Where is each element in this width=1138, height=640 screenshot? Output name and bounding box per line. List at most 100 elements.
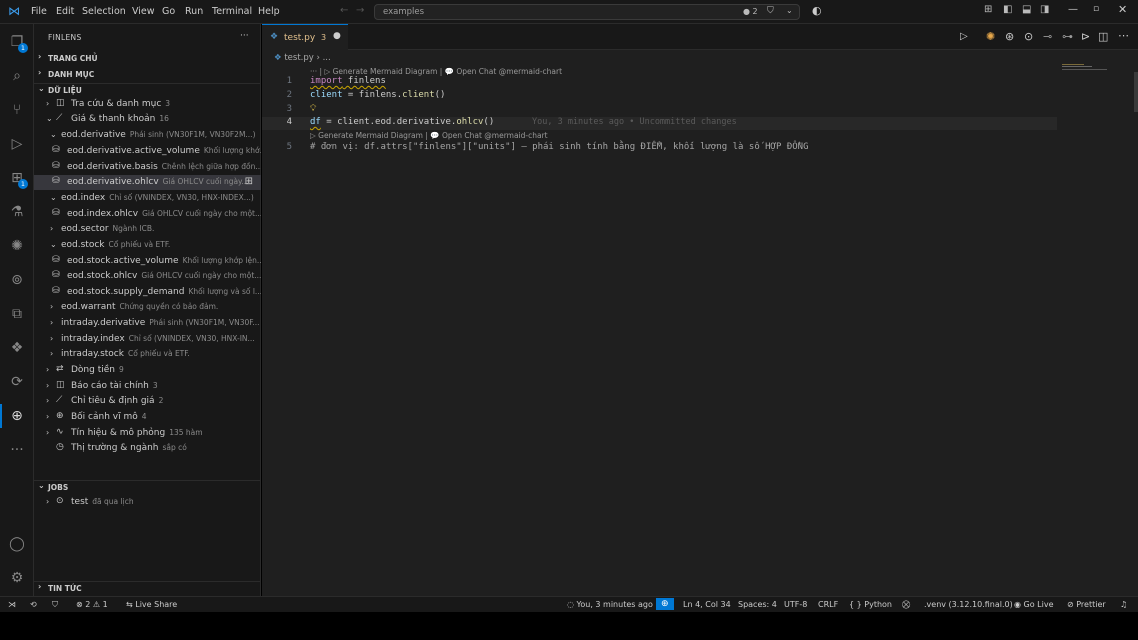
compare-icon[interactable]: ⊙ bbox=[1024, 30, 1033, 43]
split-editor-icon[interactable]: ◫ bbox=[1098, 30, 1108, 43]
tree-item-price-liquidity[interactable]: ⌄ ⟋ Giá & thanh khoản 16 bbox=[34, 112, 261, 127]
section-data[interactable]: ⌄ DỮ LIỆU bbox=[34, 83, 261, 97]
menu-help[interactable]: Help bbox=[258, 6, 280, 17]
database-icon[interactable]: ⧉ bbox=[7, 304, 27, 324]
section-jobs[interactable]: ⌄ JOBS bbox=[34, 480, 261, 494]
section-catalog[interactable]: › DANH MỤC bbox=[34, 68, 261, 82]
openai-icon[interactable]: ⊛ bbox=[1005, 30, 1014, 43]
remote-indicator-icon[interactable]: ⋊ bbox=[8, 600, 16, 609]
minimap[interactable] bbox=[1062, 64, 1112, 72]
account-icon[interactable]: ◯ bbox=[7, 534, 27, 554]
copilot-status-icon[interactable]: ⛉ bbox=[52, 600, 58, 610]
forward-arrow-icon[interactable]: → bbox=[356, 5, 364, 16]
menu-run[interactable]: Run bbox=[185, 6, 203, 17]
tree-item-market-sector[interactable]: ◷ Thị trường & ngành sắp có bbox=[34, 441, 261, 456]
menu-edit[interactable]: Edit bbox=[56, 6, 74, 17]
more-actions-icon[interactable]: ⋯ bbox=[1118, 29, 1129, 42]
live-share-button[interactable]: ⇆ Live Share bbox=[126, 600, 177, 609]
live-share-icon[interactable]: ⟳ bbox=[7, 372, 27, 392]
toggle-sidebar-icon[interactable]: ◧ bbox=[1003, 4, 1012, 15]
indentation[interactable]: Spaces: 4 bbox=[738, 600, 777, 609]
tree-item-intraday-derivative[interactable]: › intraday.derivative Phái sinh (VN30F1M, … bbox=[34, 316, 261, 331]
lightbulb-icon[interactable]: 💡︎ bbox=[310, 104, 316, 114]
command-center-search[interactable]: examples ● 2 ⛉ ⌄ bbox=[374, 4, 800, 20]
line-endings[interactable]: CRLF bbox=[818, 600, 838, 609]
copilot-icon[interactable]: ⛉ bbox=[767, 6, 774, 16]
language-mode[interactable]: { } Python bbox=[849, 600, 892, 609]
ai-action-icon[interactable]: ✺ bbox=[986, 30, 995, 43]
notifications-bell-icon[interactable]: ♫ bbox=[1120, 600, 1127, 609]
chevron-down-icon[interactable]: ⌄ bbox=[786, 6, 793, 15]
tree-item-derivative-ohlcv[interactable]: ⛁ eod.derivative.ohlcv Giá OHLCV cuối ngày… bbox=[34, 175, 261, 190]
customize-layout-icon[interactable]: ⊞ bbox=[984, 4, 992, 15]
code-line-4[interactable]: 4 df = client.eod.derivative.ohlcv() You… bbox=[262, 117, 1057, 130]
more-views-icon[interactable]: ··· bbox=[7, 440, 27, 460]
problems-indicator[interactable]: ⊗ 2 ⚠ 1 bbox=[76, 600, 108, 609]
tree-item-eod-warrant[interactable]: › eod.warrant Chứng quyền có bảo đảm. bbox=[34, 300, 261, 315]
testing-icon[interactable]: ⚗ bbox=[7, 202, 27, 222]
codelens-top[interactable]: ··· | ▷ Generate Mermaid Diagram | 💬 Ope… bbox=[310, 67, 562, 76]
tree-item-signals-simulation[interactable]: › ∿ Tín hiệu & mô phỏng 135 hàm bbox=[34, 426, 261, 441]
tab-test-py[interactable]: ❖ test.py 3 ● bbox=[262, 24, 348, 50]
cursor-position[interactable]: Ln 4, Col 34 bbox=[683, 600, 731, 609]
tree-item-eod-index[interactable]: ⌄ eod.index Chỉ số (VNINDEX, VN30, HNX-IND… bbox=[34, 191, 261, 206]
python-interpreter[interactable]: .venv (3.12.10.final.0) bbox=[924, 600, 1013, 609]
git-blame-status[interactable]: ◌ You, 3 minutes ago bbox=[567, 600, 653, 609]
sidebar-more-actions[interactable]: ··· bbox=[240, 31, 249, 41]
tree-item-stock-active-volume[interactable]: ⛁ eod.stock.active_volume Khối lượng khớp … bbox=[34, 254, 261, 269]
finlens-icon[interactable]: ⊕ bbox=[7, 406, 27, 426]
sync-icon[interactable]: ⟲ bbox=[30, 600, 37, 609]
maximize-icon[interactable]: ▫ bbox=[1093, 4, 1099, 14]
menu-terminal[interactable]: Terminal bbox=[212, 6, 252, 17]
run-debug-icon[interactable]: ▷ bbox=[7, 134, 27, 154]
tree-item-index-ohlcv[interactable]: ⛁ eod.index.ohlcv Giá OHLCV cuối ngày cho … bbox=[34, 207, 261, 222]
finlens-status-icon[interactable]: ⊕ bbox=[656, 598, 674, 610]
code-line-1[interactable]: 1 import finlens bbox=[262, 76, 1138, 89]
tree-item-macro[interactable]: › ⊕ Bối cảnh vĩ mô 4 bbox=[34, 410, 261, 425]
accounts-toggle-icon[interactable]: ◐ bbox=[812, 4, 822, 17]
breadcrumb-file[interactable]: test.py bbox=[284, 53, 313, 63]
code-line-5[interactable]: 5 # đơn vị: df.attrs["finlens"]["units"]… bbox=[262, 142, 1138, 155]
go-forward-icon[interactable]: ⊶ bbox=[1062, 30, 1073, 43]
breadcrumb[interactable]: ❖ test.py › ... bbox=[274, 53, 331, 63]
settings-gear-icon[interactable]: ⚙ bbox=[7, 568, 27, 588]
tree-item-cash-flow[interactable]: › ⇄ Dòng tiền 9 bbox=[34, 363, 261, 378]
tree-item-intraday-index[interactable]: › intraday.index Chỉ số (VNINDEX, VN30, HN… bbox=[34, 332, 261, 347]
menu-file[interactable]: File bbox=[31, 6, 47, 17]
toggle-panel-icon[interactable]: ⬓ bbox=[1022, 4, 1031, 15]
explorer-icon[interactable]: ❐ 1 bbox=[7, 32, 28, 53]
menu-view[interactable]: View bbox=[132, 6, 155, 17]
ai-assistant-icon[interactable]: ✺ bbox=[7, 236, 27, 256]
tree-item-derivative-active-volume[interactable]: ⛁ eod.derivative.active_volume Khối lượng … bbox=[34, 144, 261, 159]
tree-item-lookup[interactable]: › ◫ Tra cứu & danh mục 3 bbox=[34, 97, 261, 112]
menu-selection[interactable]: Selection bbox=[82, 6, 126, 17]
toggle-secondary-sidebar-icon[interactable]: ◨ bbox=[1040, 4, 1049, 15]
python-icon[interactable]: ❖ bbox=[7, 338, 27, 358]
search-icon[interactable]: ⌕ bbox=[7, 66, 27, 86]
python-env-icon[interactable]: ⛒ bbox=[902, 600, 910, 610]
tree-item-eod-stock[interactable]: ⌄ eod.stock Cổ phiếu và ETF. bbox=[34, 238, 261, 253]
tree-item-financial-reports[interactable]: › ◫ Báo cáo tài chính 3 bbox=[34, 379, 261, 394]
tree-item-stock-ohlcv[interactable]: ⛁ eod.stock.ohlcv Giá OHLCV cuối ngày cho … bbox=[34, 269, 261, 284]
go-live-button[interactable]: ◉ Go Live bbox=[1014, 600, 1054, 609]
code-line-3[interactable]: 3 💡︎ bbox=[262, 104, 1138, 117]
close-window-icon[interactable]: ✕ bbox=[1118, 3, 1127, 16]
section-news[interactable]: › TIN TỨC bbox=[34, 581, 261, 595]
go-back-icon[interactable]: ⊸ bbox=[1043, 30, 1052, 43]
section-home[interactable]: › TRANG CHỦ bbox=[34, 52, 261, 66]
tree-item-eod-derivative[interactable]: ⌄ eod.derivative Phái sinh (VN30F1M, VN30F… bbox=[34, 128, 261, 143]
minimize-icon[interactable]: — bbox=[1068, 4, 1078, 15]
remote-explorer-icon[interactable]: ⊚ bbox=[7, 270, 27, 290]
tree-item-derivative-basis[interactable]: ⛁ eod.derivative.basis Chênh lệch giữa hợp… bbox=[34, 160, 261, 175]
tree-item-metrics-valuation[interactable]: › ⟋ Chỉ tiêu & định giá 2 bbox=[34, 394, 261, 409]
tree-item-intraday-stock[interactable]: › intraday.stock Cổ phiếu và ETF. bbox=[34, 347, 261, 362]
copilot-status[interactable]: ● 2 bbox=[743, 7, 758, 16]
back-arrow-icon[interactable]: ← bbox=[340, 5, 348, 16]
run-python-file-icon[interactable]: ▷ bbox=[960, 31, 968, 42]
source-control-icon[interactable]: ⑂ bbox=[7, 100, 27, 120]
code-line-2[interactable]: 2 client = finlens.client() bbox=[262, 90, 1138, 103]
codelens-mid[interactable]: ▷ Generate Mermaid Diagram | 💬 Open Chat… bbox=[310, 131, 548, 140]
tree-item-stock-supply-demand[interactable]: ⛁ eod.stock.supply_demand Khối lượng và số… bbox=[34, 285, 261, 300]
job-item-test[interactable]: › ⊙ test đã qua lịch bbox=[34, 495, 261, 510]
breadcrumb-symbol[interactable]: ... bbox=[323, 53, 331, 63]
